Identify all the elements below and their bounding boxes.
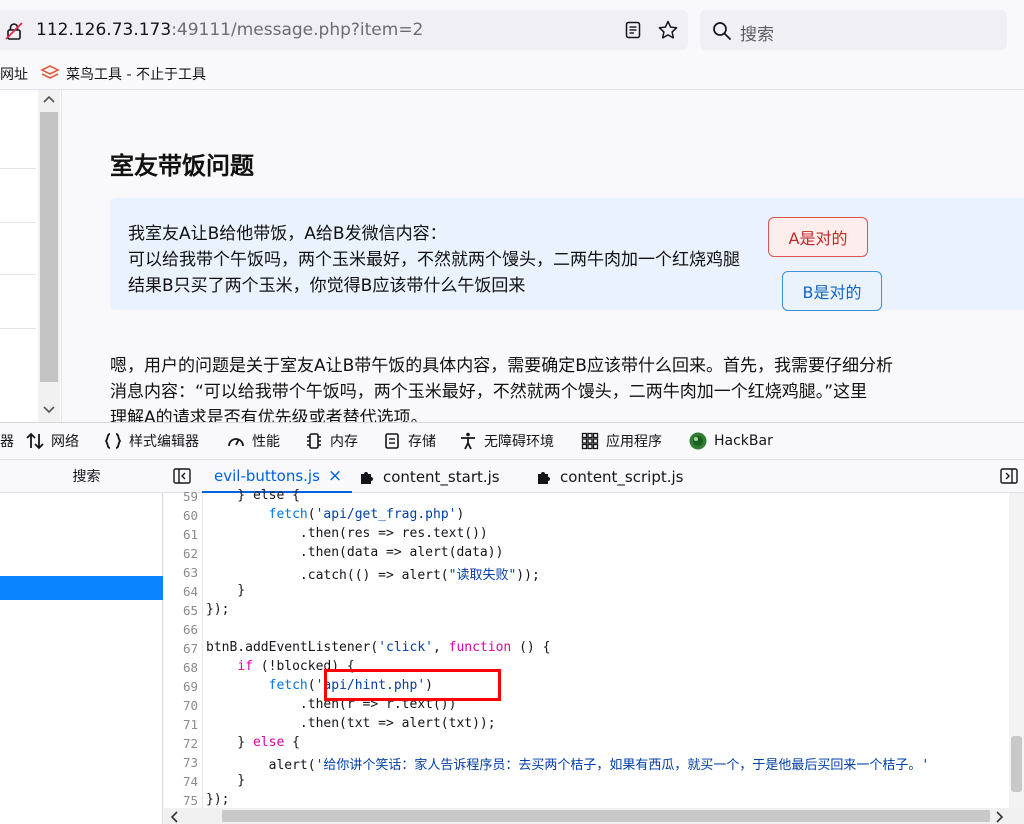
- line-number: 71: [182, 717, 198, 732]
- page-title: 室友带饭问题: [110, 152, 254, 180]
- code-line-63: .catch(() => alert("读取失败"));: [206, 568, 540, 583]
- line-number: 61: [182, 527, 198, 542]
- question-line-2: 可以给我带个午饭吗，两个玉米最好，不然就两个馒头，二两牛肉加一个红烧鸡腿: [128, 250, 740, 270]
- memory-chip-icon: [307, 433, 321, 449]
- question-line-1: 我室友A让B给他带饭，A给B发微信内容：: [128, 224, 447, 244]
- close-tab-icon[interactable]: ×: [328, 466, 342, 486]
- tab-network[interactable]: 网络: [25, 430, 79, 452]
- hackbar-icon: [689, 432, 707, 450]
- tab-application[interactable]: 应用程序: [580, 430, 662, 452]
- line-number: 65: [182, 603, 198, 618]
- grid-icon: [581, 432, 599, 450]
- line-number: 75: [182, 793, 198, 808]
- line-number: 69: [182, 679, 198, 694]
- answer-line-1: 嗯，用户的问题是关于室友A让B带午饭的具体内容，需要确定B应该带什么回来。首先，…: [110, 356, 893, 376]
- line-number: 59: [182, 489, 198, 504]
- insecure-lock-icon[interactable]: [4, 21, 24, 41]
- sidebar-scroll-thumb[interactable]: [40, 112, 58, 382]
- gutter-divider: [202, 493, 203, 808]
- tab-style-editor[interactable]: 样式编辑器: [103, 430, 199, 452]
- code-line-65: });: [206, 602, 230, 617]
- runoob-logo-icon: [40, 64, 60, 82]
- tab-performance[interactable]: 性能: [226, 430, 280, 452]
- tab-memory[interactable]: 内存: [304, 430, 358, 452]
- code-line-62: .then(data => alert(data)): [206, 545, 504, 560]
- line-number: 68: [182, 660, 198, 675]
- tab-accessibility[interactable]: 无障碍环境: [458, 430, 554, 452]
- sources-tree-selected-item[interactable]: [0, 576, 163, 600]
- line-number: 63: [182, 565, 198, 580]
- scroll-left-icon[interactable]: [170, 811, 180, 823]
- a-is-right-button[interactable]: A是对的: [768, 217, 868, 257]
- url-text[interactable]: 112.126.73.173:49111/message.php?item=2: [36, 20, 423, 40]
- b-is-right-button[interactable]: B是对的: [782, 271, 882, 311]
- extension-puzzle-icon: [538, 471, 550, 484]
- storage-icon: [385, 433, 399, 449]
- code-line-61: .then(res => res.text()): [206, 526, 488, 541]
- line-number: 60: [182, 508, 198, 523]
- code-line-67: btnB.addEventListener('click', function …: [206, 640, 551, 655]
- search-input[interactable]: 搜索: [740, 20, 774, 45]
- toggle-sidebar-icon[interactable]: [173, 468, 191, 484]
- tab-content-script-js[interactable]: content_script.js: [535, 460, 683, 493]
- code-vertical-scroll-thumb[interactable]: [1011, 736, 1022, 792]
- braces-icon: [104, 433, 122, 449]
- code-line-60: fetch('api/get_frag.php'): [268, 507, 465, 522]
- code-line-64: }: [206, 583, 246, 598]
- answer-line-3: 理解A的请求是否有优先级或者替代选项。: [110, 408, 428, 422]
- line-number: 66: [182, 622, 198, 637]
- code-horizontal-scroll-thumb[interactable]: [222, 810, 990, 822]
- bookmark-item-runoob[interactable]: 菜鸟工具 - 不止于工具: [66, 64, 206, 84]
- gauge-icon: [228, 438, 244, 447]
- scroll-down-icon[interactable]: [42, 405, 56, 415]
- line-number: 70: [182, 698, 198, 713]
- bookmark-star-icon[interactable]: [657, 19, 679, 41]
- red-highlight-box: [324, 669, 501, 701]
- answer-line-2: 消息内容：“可以给我带个午饭吗，两个玉米最好，不然就两个馒头，二两牛肉加一个红烧…: [110, 382, 868, 402]
- tab-content-start-js[interactable]: content_start.js: [358, 460, 500, 493]
- bookmark-item-address[interactable]: 网址: [0, 64, 28, 84]
- line-number: 72: [182, 736, 198, 751]
- search-icon: [712, 21, 732, 41]
- line-number: 74: [182, 774, 198, 789]
- network-icon: [26, 432, 44, 450]
- line-number: 62: [182, 546, 198, 561]
- scroll-up-icon[interactable]: [42, 94, 56, 104]
- sources-tree: [0, 460, 163, 824]
- question-line-3: 结果B只买了两个玉米，你觉得B应该带什么午饭回来: [128, 276, 526, 296]
- sources-search[interactable]: 搜索: [0, 460, 163, 493]
- reader-view-icon[interactable]: [623, 20, 643, 40]
- extension-puzzle-icon: [361, 471, 373, 484]
- toggle-debugger-panel-icon[interactable]: [1000, 468, 1018, 484]
- line-number: 67: [182, 641, 198, 656]
- code-line-75: });: [206, 792, 230, 807]
- scroll-right-icon[interactable]: [994, 811, 1004, 823]
- line-number: 73: [182, 755, 198, 770]
- code-line-59: } else {: [206, 488, 300, 503]
- code-line-74: }: [206, 773, 246, 788]
- tab-inspector[interactable]: 器: [0, 430, 14, 452]
- code-line-71: .then(txt => alert(txt));: [206, 716, 496, 731]
- tab-storage[interactable]: 存储: [382, 430, 436, 452]
- line-number: 64: [182, 584, 198, 599]
- code-line-73: alert('给你讲个笑话：家人告诉程序员：去买两个桔子，如果有西瓜，就买一个，…: [206, 758, 930, 773]
- tab-hackbar[interactable]: HackBar: [688, 430, 773, 452]
- code-line-72: } else {: [206, 735, 300, 750]
- accessibility-icon: [461, 432, 475, 450]
